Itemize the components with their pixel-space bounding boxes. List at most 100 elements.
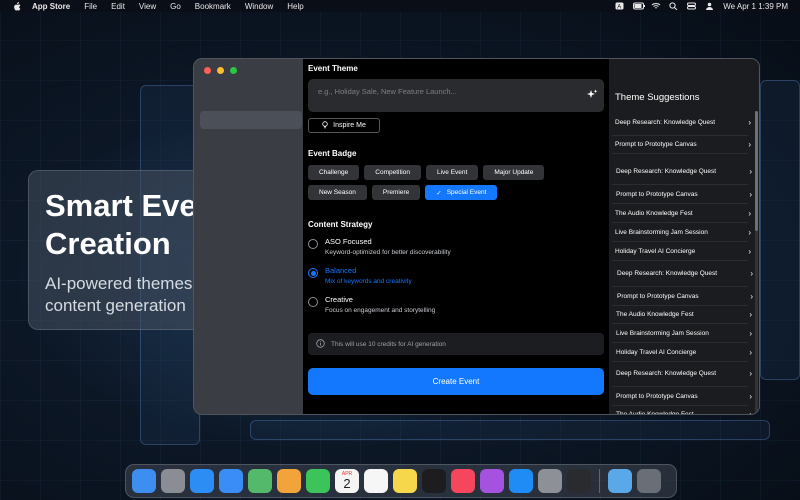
sparkles-icon[interactable]: [586, 89, 598, 101]
folder-icon[interactable]: [608, 469, 632, 493]
strategy-balanced[interactable]: Balanced Mix of keywords and creativity: [308, 266, 604, 285]
tv-icon[interactable]: [422, 469, 446, 493]
suggestion-item[interactable]: The Audio Knowledge Fest ›: [616, 409, 752, 415]
divider: [612, 135, 748, 136]
reminders-icon[interactable]: [364, 469, 388, 493]
divider: [612, 405, 748, 406]
suggestion-label: Deep Research: Knowledge Quest: [616, 167, 717, 175]
suggestion-item[interactable]: Prompt to Prototype Canvas ›: [616, 189, 752, 199]
app-store-icon[interactable]: [509, 469, 533, 493]
theme-suggestions-panel: Theme Suggestions Deep Research: Knowled…: [609, 59, 759, 415]
suggestion-item[interactable]: Prompt to Prototype Canvas ›: [617, 291, 753, 301]
suggestion-item[interactable]: Holiday Travel AI Concierge ›: [616, 347, 752, 357]
chevron-right-icon: ›: [748, 227, 751, 237]
menu-go[interactable]: Go: [170, 2, 181, 11]
suggestion-item[interactable]: Deep Research: Knowledge Quest ›: [616, 364, 752, 382]
suggestion-item[interactable]: Prompt to Prototype Canvas ›: [615, 139, 751, 149]
chevron-right-icon: ›: [749, 328, 752, 338]
event-badge-label: Event Badge: [308, 149, 357, 158]
chevron-right-icon: ›: [749, 166, 752, 176]
maps-icon[interactable]: [248, 469, 272, 493]
divider: [612, 184, 748, 185]
menu-bar: App Store File Edit View Go Bookmark Win…: [0, 0, 800, 12]
suggestion-item[interactable]: The Audio Knowledge Fest ›: [616, 309, 752, 319]
facetime-icon[interactable]: [306, 469, 330, 493]
svg-text:A: A: [617, 4, 621, 10]
badge-live-event[interactable]: Live Event: [425, 165, 479, 180]
menu-file[interactable]: File: [84, 2, 97, 11]
chevron-right-icon: ›: [748, 139, 751, 149]
strategy-creative[interactable]: Creative Focus on engagement and storyte…: [308, 295, 604, 314]
divider: [612, 305, 748, 306]
menu-help[interactable]: Help: [287, 2, 303, 11]
menu-view[interactable]: View: [139, 2, 156, 11]
badge-competition[interactable]: Competition: [364, 165, 421, 180]
suggestion-item[interactable]: Deep Research: Knowledge Quest ›: [615, 113, 751, 131]
user-icon[interactable]: [705, 2, 714, 10]
menu-edit[interactable]: Edit: [111, 2, 125, 11]
calendar-icon[interactable]: APR 2: [335, 469, 359, 493]
credits-text: This will use 10 credits for AI generati…: [331, 340, 446, 348]
music-icon[interactable]: [451, 469, 475, 493]
suggestion-item[interactable]: Deep Research: Knowledge Quest ›: [617, 264, 753, 282]
badge-new-season[interactable]: New Season: [308, 185, 367, 200]
zoom-button[interactable]: [230, 67, 237, 74]
search-icon[interactable]: [669, 2, 678, 11]
suggestion-item[interactable]: The Audio Knowledge Fest ›: [615, 208, 751, 218]
chevron-right-icon: ›: [749, 347, 752, 357]
calendar-day: 2: [343, 476, 351, 491]
podcasts-icon[interactable]: [480, 469, 504, 493]
mail-icon[interactable]: [219, 469, 243, 493]
badge-label: New Season: [319, 189, 356, 196]
badge-special-event[interactable]: ✓ Special Event: [425, 185, 498, 200]
create-event-button[interactable]: Create Event: [308, 368, 604, 395]
notes-icon[interactable]: [393, 469, 417, 493]
suggestion-item[interactable]: Deep Research: Knowledge Quest ›: [616, 162, 752, 180]
badge-premiere[interactable]: Premiere: [371, 185, 421, 200]
font-icon[interactable]: A: [615, 2, 624, 10]
battery-icon[interactable]: [633, 2, 646, 10]
photos-icon[interactable]: [277, 469, 301, 493]
badge-label: Special Event: [446, 189, 487, 196]
event-theme-input[interactable]: e.g., Holiday Sale, New Feature Launch..…: [308, 79, 604, 112]
chevron-right-icon: ›: [749, 391, 752, 401]
wifi-icon[interactable]: [651, 2, 661, 10]
suggestion-label: Prompt to Prototype Canvas: [616, 190, 698, 198]
strategy-aso-focused[interactable]: ASO Focused Keyword-optimized for better…: [308, 237, 604, 256]
divider: [612, 241, 748, 242]
apple-icon[interactable]: [12, 1, 22, 11]
badge-label: Challenge: [319, 169, 349, 176]
option-title: Balanced: [325, 266, 357, 275]
inspire-me-button[interactable]: Inspire Me: [308, 118, 380, 133]
suggestion-item[interactable]: Holiday Travel AI Concierge ›: [615, 246, 751, 256]
suggestion-item[interactable]: Live Brainstorming Jam Session ›: [615, 227, 751, 237]
scrollbar-thumb[interactable]: [755, 111, 758, 231]
badge-major-update[interactable]: Major Update: [483, 165, 545, 180]
radio-button[interactable]: [308, 297, 318, 307]
close-button[interactable]: [204, 67, 211, 74]
chevron-right-icon: ›: [749, 368, 752, 378]
launchpad-icon[interactable]: [161, 469, 185, 493]
radio-button-selected[interactable]: [308, 268, 318, 278]
menu-app-store[interactable]: App Store: [32, 2, 70, 11]
event-theme-placeholder: e.g., Holiday Sale, New Feature Launch..…: [318, 87, 457, 96]
badge-challenge[interactable]: Challenge: [308, 165, 360, 180]
finder-icon[interactable]: [132, 469, 156, 493]
menu-window[interactable]: Window: [245, 2, 273, 11]
suggestion-item[interactable]: Live Brainstorming Jam Session ›: [616, 328, 752, 338]
divider: [612, 260, 748, 261]
menu-clock[interactable]: We Apr 1 1:39 PM: [723, 2, 788, 11]
safari-icon[interactable]: [190, 469, 214, 493]
menu-bookmark[interactable]: Bookmark: [195, 2, 231, 11]
minimize-button[interactable]: [217, 67, 224, 74]
option-description: Keyword-optimized for better discoverabi…: [325, 249, 451, 256]
sidebar-selected-item[interactable]: [200, 111, 302, 129]
divider: [612, 203, 748, 204]
trash-icon[interactable]: [637, 469, 661, 493]
background-panel: [760, 80, 800, 380]
terminal-icon[interactable]: [567, 469, 591, 493]
control-center-icon[interactable]: [687, 2, 697, 10]
suggestion-item[interactable]: Prompt to Prototype Canvas ›: [616, 391, 752, 401]
radio-button[interactable]: [308, 239, 318, 249]
system-settings-icon[interactable]: [538, 469, 562, 493]
